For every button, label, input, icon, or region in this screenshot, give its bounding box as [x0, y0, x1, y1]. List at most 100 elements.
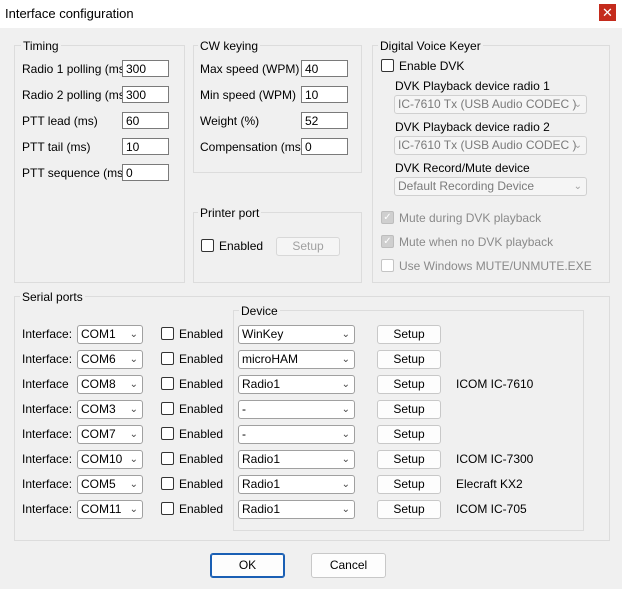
- port-select[interactable]: COM1 ⌄: [77, 325, 143, 344]
- chevron-down-icon: ⌄: [341, 379, 350, 390]
- device-setup-button[interactable]: Setup: [377, 400, 441, 419]
- dvk-playback2-label: DVK Playback device radio 2: [395, 120, 550, 134]
- chevron-down-icon: ⌄: [341, 329, 350, 340]
- chevron-down-icon: ⌄: [341, 479, 350, 490]
- ptt-sequence-input[interactable]: 0: [122, 164, 169, 181]
- timing-label-ptt-tail: PTT tail (ms): [22, 140, 91, 154]
- device-select[interactable]: WinKey ⌄: [238, 325, 355, 344]
- cancel-button[interactable]: Cancel: [311, 553, 386, 578]
- port-value: COM11: [81, 502, 122, 516]
- device-select[interactable]: microHAM ⌄: [238, 350, 355, 369]
- port-enabled-checkbox[interactable]: [161, 477, 174, 490]
- enable-dvk-checkbox[interactable]: [381, 59, 394, 72]
- device-select[interactable]: - ⌄: [238, 400, 355, 419]
- min-speed-input[interactable]: 10: [301, 86, 348, 103]
- device-select[interactable]: Radio1 ⌄: [238, 475, 355, 494]
- port-select[interactable]: COM10 ⌄: [77, 450, 143, 469]
- compensation-input[interactable]: 0: [301, 138, 348, 155]
- port-enabled-label: Enabled: [179, 377, 224, 391]
- chevron-down-icon: ⌄: [341, 404, 350, 415]
- printer-group-title: Printer port: [198, 206, 262, 220]
- port-select[interactable]: COM6 ⌄: [77, 350, 143, 369]
- interface-label: Interface:: [22, 477, 73, 491]
- dvk-playback1-value: IC-7610 Tx (USB Audio CODEC ): [398, 97, 577, 111]
- check-icon: ✓: [383, 236, 392, 247]
- port-select[interactable]: COM7 ⌄: [77, 425, 143, 444]
- radio2-polling-input[interactable]: 300: [122, 86, 169, 103]
- port-enabled-checkbox[interactable]: [161, 502, 174, 515]
- dvk-record-label: DVK Record/Mute device: [395, 161, 530, 175]
- chevron-down-icon: ⌄: [573, 140, 582, 151]
- timing-label-radio2: Radio 2 polling (ms): [22, 88, 129, 102]
- timing-label-ptt-lead: PTT lead (ms): [22, 114, 98, 128]
- port-select[interactable]: COM5 ⌄: [77, 475, 143, 494]
- dvk-record-value: Default Recording Device: [398, 179, 535, 193]
- device-select[interactable]: - ⌄: [238, 425, 355, 444]
- printer-setup-button[interactable]: Setup: [276, 237, 340, 256]
- port-select[interactable]: COM3 ⌄: [77, 400, 143, 419]
- interface-label: Interface:: [22, 452, 73, 466]
- chevron-down-icon: ⌄: [129, 504, 138, 515]
- radio-model-label: Elecraft KX2: [456, 477, 523, 491]
- interface-label: Interface:: [22, 502, 73, 516]
- mute-no-playback-checkbox[interactable]: ✓: [381, 235, 394, 248]
- dvk-playback2-select[interactable]: IC-7610 Tx (USB Audio CODEC ) ⌄: [394, 136, 587, 155]
- device-setup-button[interactable]: Setup: [377, 325, 441, 344]
- close-button[interactable]: ✕: [599, 4, 616, 21]
- device-setup-button[interactable]: Setup: [377, 350, 441, 369]
- port-enabled-checkbox[interactable]: [161, 377, 174, 390]
- device-setup-button[interactable]: Setup: [377, 450, 441, 469]
- timing-label-radio1: Radio 1 polling (ms): [22, 62, 129, 76]
- port-enabled-label: Enabled: [179, 477, 224, 491]
- port-value: COM8: [81, 377, 116, 391]
- device-setup-button[interactable]: Setup: [377, 500, 441, 519]
- radio1-polling-input[interactable]: 300: [122, 60, 169, 77]
- mute-during-playback-label: Mute during DVK playback: [399, 211, 542, 225]
- interface-label: Interface:: [22, 327, 73, 341]
- windows-mute-checkbox[interactable]: [381, 259, 394, 272]
- chevron-down-icon: ⌄: [129, 329, 138, 340]
- cw-label-max-speed: Max speed (WPM): [200, 62, 300, 76]
- device-select[interactable]: Radio1 ⌄: [238, 375, 355, 394]
- mute-during-playback-checkbox[interactable]: ✓: [381, 211, 394, 224]
- chevron-down-icon: ⌄: [129, 454, 138, 465]
- device-setup-button[interactable]: Setup: [377, 375, 441, 394]
- dvk-playback1-select[interactable]: IC-7610 Tx (USB Audio CODEC ) ⌄: [394, 95, 587, 114]
- ptt-lead-input[interactable]: 60: [122, 112, 169, 129]
- port-enabled-checkbox[interactable]: [161, 352, 174, 365]
- device-select[interactable]: Radio1 ⌄: [238, 500, 355, 519]
- windows-mute-label: Use Windows MUTE/UNMUTE.EXE: [399, 259, 592, 273]
- ptt-tail-input[interactable]: 10: [122, 138, 169, 155]
- cw-label-min-speed: Min speed (WPM): [200, 88, 297, 102]
- port-value: COM5: [81, 477, 116, 491]
- device-value: -: [242, 402, 246, 416]
- radio-model-label: ICOM IC-705: [456, 502, 527, 516]
- device-select[interactable]: Radio1 ⌄: [238, 450, 355, 469]
- port-value: COM3: [81, 402, 116, 416]
- device-setup-button[interactable]: Setup: [377, 425, 441, 444]
- printer-enabled-checkbox[interactable]: [201, 239, 214, 252]
- interface-label: Interface:: [22, 352, 73, 366]
- radio-model-label: ICOM IC-7610: [456, 377, 534, 391]
- dvk-record-select[interactable]: Default Recording Device ⌄: [394, 177, 587, 196]
- chevron-down-icon: ⌄: [129, 404, 138, 415]
- device-group-title: Device: [239, 304, 280, 318]
- device-value: Radio1: [242, 502, 281, 516]
- device-setup-button[interactable]: Setup: [377, 475, 441, 494]
- port-select[interactable]: COM8 ⌄: [77, 375, 143, 394]
- timing-label-ptt-sequence: PTT sequence (ms): [22, 166, 128, 180]
- port-enabled-checkbox[interactable]: [161, 402, 174, 415]
- cw-label-weight: Weight (%): [200, 114, 260, 128]
- weight-input[interactable]: 52: [301, 112, 348, 129]
- check-icon: ✓: [383, 212, 392, 223]
- port-enabled-checkbox[interactable]: [161, 427, 174, 440]
- chevron-down-icon: ⌄: [341, 354, 350, 365]
- cw-label-compensation: Compensation (ms): [200, 140, 305, 154]
- port-select[interactable]: COM11 ⌄: [77, 500, 143, 519]
- dvk-playback2-value: IC-7610 Tx (USB Audio CODEC ): [398, 138, 577, 152]
- max-speed-input[interactable]: 40: [301, 60, 348, 77]
- ok-button[interactable]: OK: [210, 553, 285, 578]
- port-enabled-checkbox[interactable]: [161, 327, 174, 340]
- port-value: COM7: [81, 427, 116, 441]
- port-enabled-checkbox[interactable]: [161, 452, 174, 465]
